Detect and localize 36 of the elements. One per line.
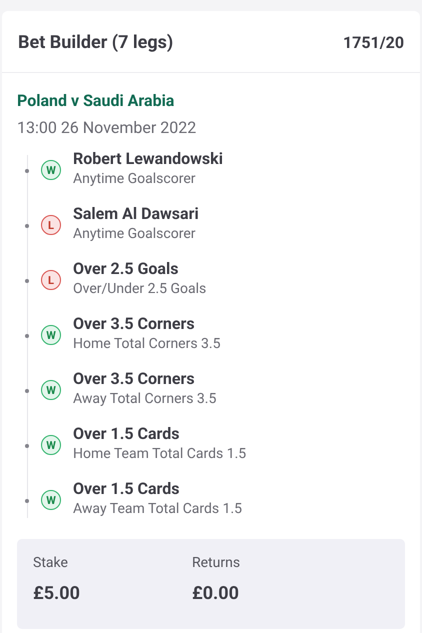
result-badge: W <box>41 435 61 455</box>
selection-name: Over 3.5 Corners <box>73 369 196 389</box>
timeline-dot <box>25 169 29 173</box>
odds: 1751/20 <box>342 33 404 52</box>
market-name: Anytime Goalscorer <box>73 170 197 188</box>
match-name: Poland v Saudi Arabia <box>17 91 176 110</box>
bet-title: Bet Builder (7 legs) <box>18 32 174 53</box>
timeline-dot <box>25 224 29 228</box>
result-badge: W <box>41 160 61 180</box>
market-name: Away Team Total Cards 1.5 <box>73 500 242 518</box>
result-badge: L <box>41 215 61 235</box>
market-name: Anytime Goalscorer <box>73 225 197 243</box>
timeline-dot <box>25 334 29 338</box>
result-badge: W <box>41 490 61 510</box>
result-badge: W <box>41 380 61 400</box>
selection-name: Robert Lewandowski <box>73 149 223 169</box>
result-badge: L <box>41 270 61 290</box>
selection-name: Over 3.5 Corners <box>73 314 196 334</box>
market-name: Home Total Corners 3.5 <box>73 335 220 353</box>
timeline-dot <box>25 279 29 283</box>
summary-label: Returns <box>192 555 242 571</box>
selection-name: Salem Al Dawsari <box>73 204 199 224</box>
market-name: Home Team Total Cards 1.5 <box>73 445 246 463</box>
summary-value: £5.00 <box>33 583 81 604</box>
market-name: Over/Under 2.5 Goals <box>73 280 206 298</box>
summary-value: £0.00 <box>192 583 240 604</box>
summary-label: Stake <box>33 555 69 571</box>
timeline-dot <box>25 444 29 448</box>
timeline-dot <box>25 499 29 503</box>
market-name: Away Total Corners 3.5 <box>73 390 216 408</box>
selection-name: Over 2.5 Goals <box>73 259 180 279</box>
timeline-dot <box>25 389 29 393</box>
result-badge: W <box>41 325 61 345</box>
selection-name: Over 1.5 Cards <box>73 479 180 499</box>
selection-name: Over 1.5 Cards <box>73 424 180 444</box>
match-time: 13:00 26 November 2022 <box>17 118 198 137</box>
